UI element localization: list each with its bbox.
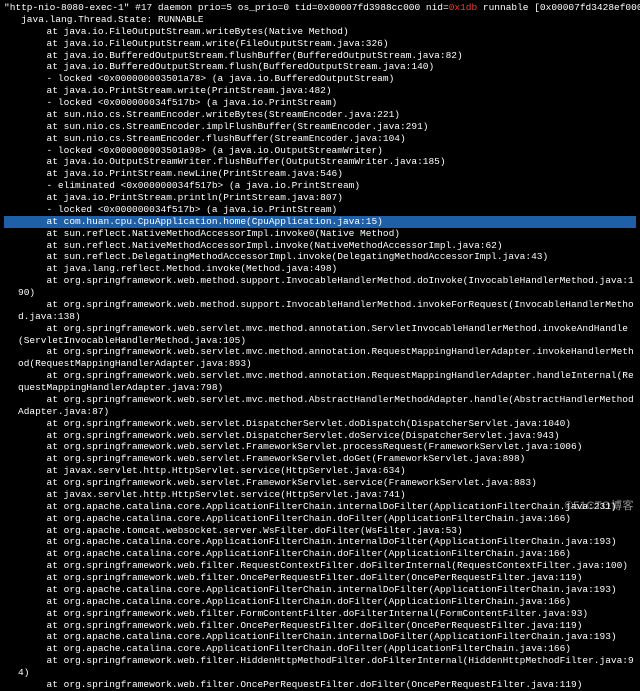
stack-frame: at java.io.PrintStream.write(PrintStream… <box>4 85 636 97</box>
stack-frame: at org.apache.catalina.core.ApplicationF… <box>4 584 636 596</box>
stack-frame: at sun.reflect.DelegatingMethodAccessorI… <box>4 251 636 263</box>
thread-header: "http-nio-8080-exec-1" #17 daemon prio=5… <box>4 2 636 14</box>
stack-frame: at java.io.OutputStreamWriter.flushBuffe… <box>4 156 636 168</box>
stack-frame: at org.springframework.web.servlet.Frame… <box>4 477 636 489</box>
stack-frame: at java.io.PrintStream.println(PrintStre… <box>4 192 636 204</box>
stack-frame: - eliminated <0x000000034f517b> (a java.… <box>4 180 636 192</box>
stack-frame: at java.io.FileOutputStream.write(FileOu… <box>4 38 636 50</box>
stack-frame: at org.springframework.web.servlet.Frame… <box>4 453 636 465</box>
stack-frame: at org.springframework.web.servlet.mvc.m… <box>4 323 636 347</box>
stack-frame: - locked <0x000000034f517b> (a java.io.P… <box>4 204 636 216</box>
stack-frame: at java.io.FileOutputStream.writeBytes(N… <box>4 26 636 38</box>
stack-frame: at com.huan.cpu.CpuApplication.home(CpuA… <box>4 216 636 228</box>
stack-frame: at java.io.PrintStream.newLine(PrintStre… <box>4 168 636 180</box>
stack-frame: at org.springframework.web.filter.Reques… <box>4 560 636 572</box>
stack-frame: at javax.servlet.http.HttpServlet.servic… <box>4 489 636 501</box>
stack-frame: at sun.reflect.NativeMethodAccessorImpl.… <box>4 240 636 252</box>
stack-frame: - locked <0x000000003501a78> (a java.io.… <box>4 73 636 85</box>
stack-frame: at java.lang.reflect.Method.invoke(Metho… <box>4 263 636 275</box>
stack-frame: at org.springframework.web.method.suppor… <box>4 275 636 299</box>
stack-frame: at org.springframework.web.servlet.mvc.m… <box>4 346 636 370</box>
stack-frame: at org.apache.catalina.core.ApplicationF… <box>4 596 636 608</box>
stack-frame: at sun.nio.cs.StreamEncoder.flushBuffer(… <box>4 133 636 145</box>
stack-trace: at java.io.FileOutputStream.writeBytes(N… <box>4 26 636 691</box>
stack-frame: at org.apache.catalina.core.ApplicationF… <box>4 548 636 560</box>
stack-frame: at org.springframework.web.filter.Hidden… <box>4 655 636 679</box>
stack-frame: at org.apache.catalina.core.ApplicationF… <box>4 536 636 548</box>
stack-frame: at sun.nio.cs.StreamEncoder.implFlushBuf… <box>4 121 636 133</box>
stack-frame: at org.springframework.web.servlet.mvc.m… <box>4 394 636 418</box>
stack-frame: at org.apache.catalina.core.ApplicationF… <box>4 513 636 525</box>
stack-frame: at org.apache.tomcat.websocket.server.Ws… <box>4 525 636 537</box>
stack-frame: at org.apache.catalina.core.ApplicationF… <box>4 631 636 643</box>
stack-frame: at org.springframework.web.servlet.mvc.m… <box>4 370 636 394</box>
stack-frame: at org.springframework.web.filter.OncePe… <box>4 572 636 584</box>
watermark: ©51CTO博客 <box>565 500 634 514</box>
thread-state: java.lang.Thread.State: RUNNABLE <box>4 14 636 26</box>
stack-frame: at sun.reflect.NativeMethodAccessorImpl.… <box>4 228 636 240</box>
stack-frame: at org.springframework.web.method.suppor… <box>4 299 636 323</box>
stack-frame: at org.springframework.web.servlet.Dispa… <box>4 430 636 442</box>
stack-frame: at org.springframework.web.servlet.Frame… <box>4 441 636 453</box>
stack-frame: - locked <0x000000034f517b> (a java.io.P… <box>4 97 636 109</box>
stack-frame: at org.springframework.web.filter.OncePe… <box>4 620 636 632</box>
stack-frame: at java.io.BufferedOutputStream.flushBuf… <box>4 50 636 62</box>
stack-frame: at org.springframework.web.filter.FormCo… <box>4 608 636 620</box>
stack-frame: at org.springframework.web.filter.OncePe… <box>4 679 636 691</box>
stack-frame: at org.apache.catalina.core.ApplicationF… <box>4 501 636 513</box>
stack-frame: at sun.nio.cs.StreamEncoder.writeBytes(S… <box>4 109 636 121</box>
stack-frame: at java.io.BufferedOutputStream.flush(Bu… <box>4 61 636 73</box>
stack-frame: - locked <0x000000003501a98> (a java.io.… <box>4 145 636 157</box>
nid-value: 0x1db <box>449 2 478 13</box>
stack-frame: at javax.servlet.http.HttpServlet.servic… <box>4 465 636 477</box>
stack-frame: at org.apache.catalina.core.ApplicationF… <box>4 643 636 655</box>
stack-frame: at org.springframework.web.servlet.Dispa… <box>4 418 636 430</box>
